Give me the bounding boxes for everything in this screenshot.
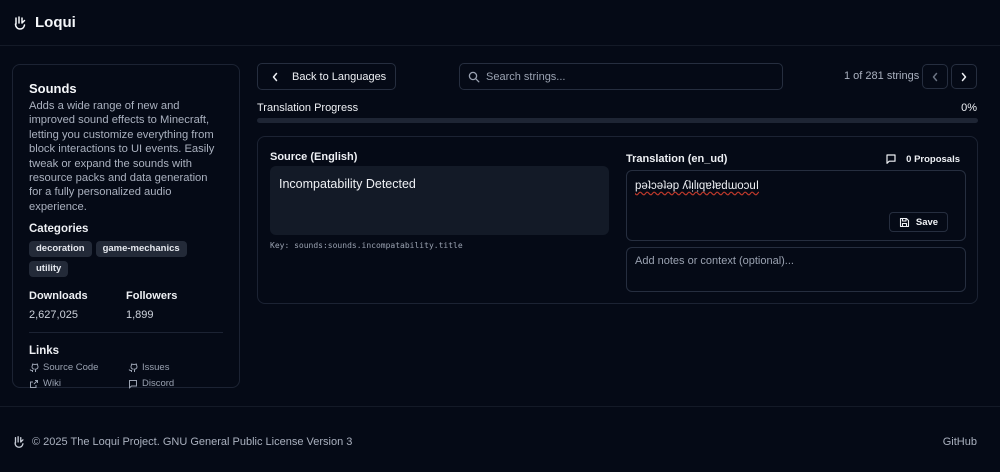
proposals-label: 0 Proposals [906, 153, 960, 165]
project-stats: Downloads 2,627,025 Followers 1,899 [29, 290, 223, 321]
chevron-left-icon [272, 72, 278, 81]
external-link-icon [30, 379, 38, 388]
link-issues[interactable]: Issues [128, 362, 218, 373]
github-icon [128, 363, 138, 372]
links-label: Links [29, 345, 60, 358]
downloads-value: 2,627,025 [29, 309, 78, 322]
category-tag: decoration [29, 241, 92, 258]
progress-bar [257, 118, 978, 123]
translation-value[interactable]: pǝʇɔǝʇǝp ʎʇᴉlᴉqɐʇɐdɯoɔuI [635, 180, 759, 192]
translation-input[interactable]: pǝʇɔǝʇǝp ʎʇᴉlᴉqɐʇɐdɯoɔuI Save [626, 170, 966, 241]
previous-string-button[interactable] [922, 64, 948, 89]
save-icon [899, 217, 909, 227]
chevron-right-icon [961, 72, 967, 81]
link-label: Issues [142, 362, 170, 374]
categories-label: Categories [29, 223, 89, 236]
link-discord[interactable]: Discord [128, 378, 218, 389]
github-link[interactable]: GitHub [943, 436, 977, 448]
chevron-left-icon [932, 72, 938, 81]
save-button[interactable]: Save [889, 212, 948, 232]
downloads-label: Downloads [29, 290, 88, 303]
footer: © 2025 The Loqui Project. GNU General Pu… [0, 406, 1000, 472]
chat-icon [886, 154, 896, 164]
category-tags: decoration game-mechanics utility [29, 241, 225, 278]
project-links: Source Code Issues Wiki Discord [29, 362, 223, 389]
progress-label: Translation Progress [257, 102, 359, 114]
link-source-code[interactable]: Source Code [29, 362, 128, 373]
copyright-text: © 2025 The Loqui Project. GNU General Pu… [32, 436, 353, 448]
project-info-card: Sounds Adds a wide range of new and impr… [12, 64, 240, 389]
next-string-button[interactable] [951, 64, 977, 89]
string-key: Key: sounds:sounds.incompatability.title [270, 241, 463, 250]
save-label: Save [915, 216, 939, 228]
search-input[interactable] [486, 70, 776, 83]
followers-label: Followers [126, 290, 178, 303]
followers-stat: Followers 1,899 [126, 290, 223, 321]
loqui-logo-icon[interactable] [12, 15, 28, 31]
source-text: Incompatability Detected [270, 166, 609, 235]
link-label: Source Code [43, 362, 99, 374]
followers-value: 1,899 [126, 309, 154, 322]
project-title: Sounds [29, 81, 77, 96]
progress-percent: 0% [961, 102, 977, 114]
string-count: 1 of 281 strings [844, 70, 920, 82]
chat-icon [129, 379, 137, 389]
category-tag: utility [29, 261, 69, 278]
category-tag: game-mechanics [95, 241, 187, 258]
back-button-label: Back to Languages [292, 70, 387, 83]
link-wiki[interactable]: Wiki [29, 378, 128, 389]
brand-name[interactable]: Loqui [35, 14, 76, 31]
proposals-button[interactable]: 0 Proposals [885, 153, 960, 165]
back-to-languages-button[interactable]: Back to Languages [257, 63, 396, 90]
search-icon [468, 71, 480, 82]
top-bar: Loqui [0, 0, 1000, 46]
translation-editor: Source (English) Incompatability Detecte… [257, 136, 978, 304]
project-description: Adds a wide range of new and improved so… [29, 100, 215, 213]
link-label: Wiki [43, 378, 61, 390]
github-icon [29, 363, 39, 372]
divider [29, 332, 223, 334]
source-label: Source (English) [270, 151, 358, 163]
downloads-stat: Downloads 2,627,025 [29, 290, 126, 321]
translation-label: Translation (en_ud) [626, 153, 728, 165]
loqui-logo-icon [12, 435, 26, 452]
link-label: Discord [142, 378, 175, 390]
notes-field[interactable] [626, 247, 966, 292]
search-bar[interactable] [459, 63, 783, 90]
